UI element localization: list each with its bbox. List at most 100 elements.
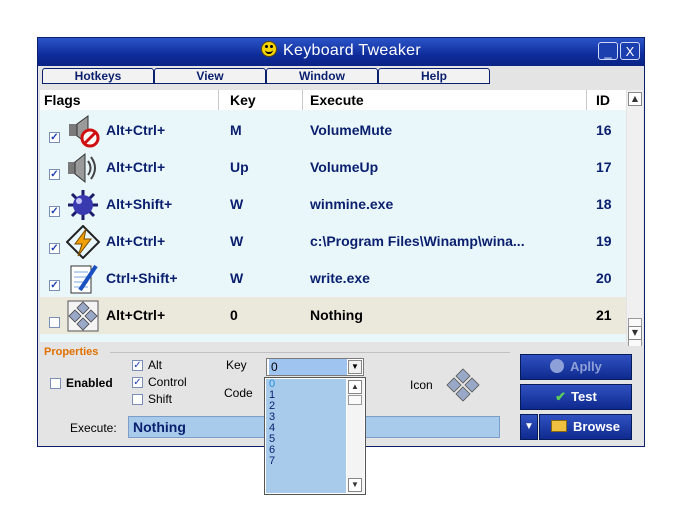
row-id: 20 <box>596 270 612 286</box>
table-row-selected[interactable]: Alt+Ctrl+ 0 Nothing 21 <box>40 297 626 334</box>
table-row[interactable]: ✓ Alt+Ctrl+ Up VolumeUp 17 <box>40 149 626 186</box>
hotkey-list: Flags Key Execute ID ✓ Alt+Ctrl+ M Volum… <box>40 90 626 342</box>
row-flags: Alt+Shift+ <box>106 196 173 212</box>
row-key: Up <box>230 159 249 175</box>
execute-label: Execute: <box>70 421 117 435</box>
col-divider[interactable] <box>218 90 219 110</box>
window-title-text: Keyboard Tweaker <box>283 42 421 59</box>
close-button[interactable]: X <box>620 42 640 60</box>
test-icon: ✔ <box>555 389 567 404</box>
col-divider[interactable] <box>302 90 303 110</box>
menu-window[interactable]: Window <box>266 68 378 84</box>
row-key: W <box>230 196 244 212</box>
key-option[interactable]: 4 <box>266 423 346 434</box>
key-label: Key <box>226 358 247 372</box>
key-select[interactable]: 0 ▼ <box>266 358 364 376</box>
menu-hotkeys[interactable]: Hotkeys <box>42 68 154 84</box>
icon-label: Icon <box>410 378 433 392</box>
row-key: W <box>230 233 244 249</box>
table-row[interactable]: ✓ Alt+Ctrl+ M VolumeMute 16 <box>40 112 626 149</box>
title-bar[interactable]: Keyboard Tweaker _ X <box>38 38 644 66</box>
row-flags: Alt+Ctrl+ <box>106 307 166 323</box>
keys-icon-preview[interactable] <box>446 368 480 402</box>
scroll-down-arrow-icon[interactable]: ▼ <box>348 478 362 492</box>
test-button[interactable]: ✔ Test <box>520 384 632 410</box>
col-id[interactable]: ID <box>596 92 610 108</box>
smiley-icon <box>261 41 278 57</box>
col-divider[interactable] <box>586 90 587 110</box>
row-execute: VolumeUp <box>310 159 379 175</box>
row-execute: winmine.exe <box>310 196 394 212</box>
minesweeper-icon <box>68 190 98 220</box>
apply-label: Aplly <box>570 359 602 374</box>
row-checkbox[interactable]: ✓ <box>49 280 60 291</box>
row-checkbox[interactable]: ✓ <box>49 243 60 254</box>
row-checkbox[interactable] <box>49 317 60 328</box>
row-checkbox[interactable]: ✓ <box>49 206 60 217</box>
key-option[interactable]: 5 <box>266 434 346 445</box>
key-select-value: 0 <box>269 359 347 375</box>
list-header: Flags Key Execute ID <box>40 90 626 110</box>
row-checkbox[interactable]: ✓ <box>49 169 60 180</box>
key-option[interactable]: 6 <box>266 445 346 456</box>
menu-help[interactable]: Help <box>378 68 490 84</box>
row-execute: c:\Program Files\Winamp\wina... <box>310 233 525 249</box>
key-options: 0 1 2 3 4 5 6 7 <box>266 379 346 493</box>
key-option[interactable]: 0 <box>266 379 346 390</box>
key-option[interactable]: 2 <box>266 401 346 412</box>
key-dropdown-list[interactable]: 0 1 2 3 4 5 6 7 ▲ ▼ <box>264 377 366 495</box>
keys-icon <box>67 300 99 332</box>
list-scrollbar[interactable]: ▲ ▼ <box>627 90 643 388</box>
row-flags: Alt+Ctrl+ <box>106 159 166 175</box>
control-label: Control <box>148 375 187 389</box>
shift-checkbox[interactable] <box>132 394 143 405</box>
browse-dropdown-button[interactable]: ▼ <box>520 414 538 440</box>
col-key[interactable]: Key <box>230 92 256 108</box>
browse-label: Browse <box>573 419 620 434</box>
row-key: M <box>230 122 242 138</box>
row-checkbox[interactable]: ✓ <box>49 132 60 143</box>
row-execute: write.exe <box>310 270 370 286</box>
table-row[interactable]: ✓ Alt+Ctrl+ W c:\Program Files\Winamp\wi… <box>40 223 626 260</box>
volume-up-icon <box>68 152 96 184</box>
key-option[interactable]: 1 <box>266 390 346 401</box>
folder-icon <box>551 420 568 432</box>
row-id: 21 <box>596 307 612 323</box>
col-flags[interactable]: Flags <box>44 92 81 108</box>
col-execute[interactable]: Execute <box>310 92 364 108</box>
row-key: W <box>230 270 244 286</box>
alt-checkbox[interactable]: ✓ <box>132 360 143 371</box>
key-option[interactable]: 7 <box>266 456 346 467</box>
row-key: 0 <box>230 307 238 323</box>
chevron-down-icon[interactable]: ▼ <box>348 360 362 374</box>
enabled-checkbox[interactable] <box>50 378 61 389</box>
write-icon <box>70 264 98 294</box>
test-label: Test <box>571 389 597 404</box>
menu-bar: Hotkeys View Window Help <box>38 66 644 86</box>
key-option[interactable]: 3 <box>266 412 346 423</box>
window-title: Keyboard Tweaker <box>38 41 644 60</box>
scroll-thumb[interactable] <box>348 395 362 405</box>
row-flags: Alt+Ctrl+ <box>106 122 166 138</box>
menu-view[interactable]: View <box>154 68 266 84</box>
row-id: 17 <box>596 159 612 175</box>
code-label: Code <box>224 386 253 400</box>
properties-label: Properties <box>44 346 99 358</box>
table-row[interactable]: ✓ Alt+Shift+ W winmine.exe 18 <box>40 186 626 223</box>
dropdown-scrollbar[interactable]: ▲ ▼ <box>347 379 364 493</box>
row-execute: VolumeMute <box>310 122 393 138</box>
apply-button[interactable]: Aplly <box>520 354 632 380</box>
divider <box>110 352 510 353</box>
control-checkbox[interactable]: ✓ <box>132 377 143 388</box>
enabled-label: Enabled <box>66 376 113 390</box>
browse-button[interactable]: Browse <box>539 414 632 440</box>
row-flags: Alt+Ctrl+ <box>106 233 166 249</box>
shift-label: Shift <box>148 392 173 406</box>
scroll-up-arrow-icon[interactable]: ▲ <box>348 380 362 394</box>
winamp-icon <box>66 225 100 259</box>
scroll-down-arrow-icon[interactable]: ▼ <box>628 326 642 340</box>
minimize-button[interactable]: _ <box>598 42 618 60</box>
scroll-up-arrow-icon[interactable]: ▲ <box>628 92 642 106</box>
row-id: 18 <box>596 196 612 212</box>
table-row[interactable]: ✓ Ctrl+Shift+ W write.exe 20 <box>40 260 626 297</box>
